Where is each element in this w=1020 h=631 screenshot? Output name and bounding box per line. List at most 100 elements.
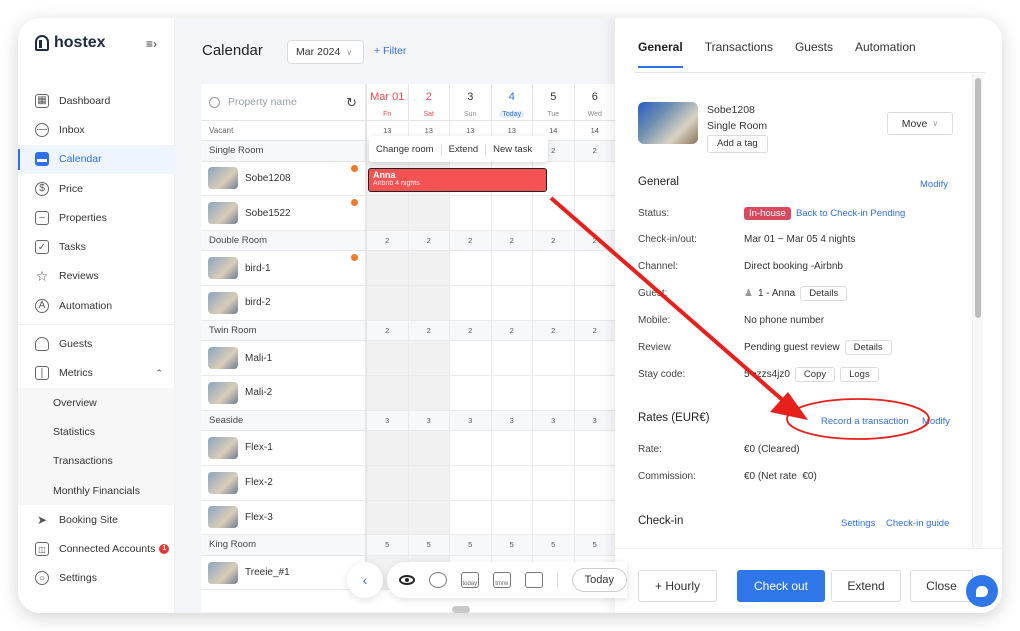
date-cell[interactable] bbox=[408, 341, 450, 375]
date-cell[interactable] bbox=[408, 465, 450, 500]
copy-button[interactable]: Copy bbox=[794, 367, 836, 382]
date-cell[interactable] bbox=[492, 465, 533, 500]
date-cell[interactable] bbox=[408, 500, 450, 535]
date-cell[interactable] bbox=[450, 465, 492, 500]
date-cell[interactable] bbox=[450, 196, 492, 230]
sidebar-item-price[interactable]: $ Price bbox=[18, 174, 175, 203]
property-row[interactable]: Treeie_#1 bbox=[201, 556, 365, 591]
checkin-guide-link[interactable]: Check-in guide bbox=[886, 518, 949, 529]
date-cell[interactable] bbox=[492, 286, 533, 320]
sidebar-subitem-overview[interactable]: Overview bbox=[18, 388, 175, 417]
back-button[interactable]: ‹ bbox=[347, 562, 383, 598]
guest-details-button[interactable]: Details bbox=[800, 286, 848, 301]
sidebar-subitem-monthly-financials[interactable]: Monthly Financials bbox=[18, 476, 175, 505]
date-cell[interactable] bbox=[492, 196, 533, 230]
date-cell[interactable] bbox=[492, 500, 533, 535]
extend-stay-button[interactable]: Extend bbox=[831, 570, 901, 602]
tab-automation[interactable]: Automation bbox=[855, 40, 916, 68]
sidebar-item-inbox[interactable]: — Inbox bbox=[18, 115, 175, 144]
sidebar-item-tasks[interactable]: ✓ Tasks bbox=[18, 232, 175, 261]
today-icon[interactable]: today bbox=[460, 572, 479, 588]
date-cell[interactable] bbox=[492, 375, 533, 410]
general-modify-link[interactable]: Modify bbox=[920, 179, 948, 190]
payment-icon[interactable] bbox=[428, 572, 447, 588]
new-task-button[interactable]: New task bbox=[486, 144, 539, 155]
sidebar-item-metrics[interactable]: ∣ Metrics ⌃ bbox=[18, 359, 175, 388]
drawer-scrollbar[interactable] bbox=[972, 74, 983, 548]
date-cell[interactable] bbox=[408, 431, 450, 465]
property-row[interactable]: Mali-2 bbox=[201, 376, 365, 411]
date-cell[interactable] bbox=[450, 375, 492, 410]
tomorrow-icon[interactable]: tmrw bbox=[492, 572, 511, 588]
logs-button[interactable]: Logs bbox=[840, 367, 879, 382]
checkin-settings-link[interactable]: Settings bbox=[841, 518, 875, 529]
date-cell[interactable] bbox=[492, 341, 533, 375]
date-cell[interactable] bbox=[575, 196, 616, 230]
horizontal-scrollbar[interactable] bbox=[452, 606, 470, 613]
tab-guests[interactable]: Guests bbox=[795, 40, 833, 68]
filter-button[interactable]: + Filter bbox=[374, 45, 406, 57]
date-cell[interactable] bbox=[367, 196, 409, 230]
property-row[interactable]: Sobe1208 bbox=[201, 162, 365, 197]
date-cell[interactable] bbox=[408, 196, 450, 230]
sidebar-item-connected-accounts[interactable]: ◫ Connected Accounts 1 bbox=[18, 534, 175, 563]
date-cell[interactable] bbox=[367, 251, 409, 286]
sidebar-item-reviews[interactable]: ☆ Reviews bbox=[18, 262, 175, 291]
date-cell[interactable] bbox=[533, 251, 575, 286]
change-room-button[interactable]: Change room bbox=[369, 143, 442, 155]
date-cell[interactable] bbox=[367, 341, 409, 375]
logo[interactable]: hostex bbox=[35, 34, 106, 52]
archive-icon[interactable] bbox=[524, 572, 543, 588]
date-cell[interactable] bbox=[367, 431, 409, 465]
date-cell[interactable] bbox=[533, 286, 575, 320]
move-button[interactable]: Move ∨ bbox=[887, 112, 953, 135]
sidebar-item-automation[interactable]: A Automation bbox=[18, 291, 175, 320]
date-cell[interactable] bbox=[533, 500, 575, 535]
checkout-button[interactable]: Check out bbox=[737, 570, 825, 602]
property-row[interactable]: Sobe1522 bbox=[201, 196, 365, 231]
scrollbar-thumb[interactable] bbox=[975, 78, 981, 318]
sidebar-item-settings[interactable]: ○ Settings bbox=[18, 564, 175, 593]
property-row[interactable]: Mali-1 bbox=[201, 341, 365, 376]
booking-bar[interactable]: Anna Airbnb 4 nights bbox=[368, 168, 547, 192]
date-cell[interactable] bbox=[408, 286, 450, 320]
date-cell[interactable] bbox=[367, 465, 409, 500]
date-cell[interactable] bbox=[492, 431, 533, 465]
date-cell[interactable] bbox=[408, 375, 450, 410]
date-cell[interactable] bbox=[408, 251, 450, 286]
month-select[interactable]: Mar 2024 ∨ bbox=[287, 40, 364, 64]
property-row[interactable]: bird-2 bbox=[201, 286, 365, 321]
chat-support-icon[interactable] bbox=[966, 575, 998, 607]
close-button[interactable]: Close bbox=[910, 570, 973, 602]
collapse-sidebar-icon[interactable]: ≡› bbox=[146, 37, 157, 51]
date-cell[interactable] bbox=[533, 341, 575, 375]
record-transaction-link[interactable]: Record a transaction bbox=[821, 416, 909, 427]
add-tag-button[interactable]: Add a tag bbox=[707, 135, 768, 153]
sidebar-subitem-transactions[interactable]: Transactions bbox=[18, 447, 175, 476]
sidebar-item-booking-site[interactable]: ➤ Booking Site bbox=[18, 505, 175, 534]
date-cell[interactable] bbox=[575, 251, 616, 286]
tab-transactions[interactable]: Transactions bbox=[705, 40, 773, 68]
property-search[interactable]: Property name ↻ bbox=[201, 84, 365, 121]
date-cell[interactable] bbox=[450, 286, 492, 320]
date-cell[interactable] bbox=[450, 431, 492, 465]
date-cell[interactable] bbox=[367, 286, 409, 320]
date-cell[interactable] bbox=[533, 196, 575, 230]
today-button[interactable]: Today bbox=[571, 568, 627, 592]
date-cell[interactable] bbox=[492, 251, 533, 286]
date-cell[interactable] bbox=[450, 251, 492, 286]
review-details-button[interactable]: Details bbox=[844, 340, 892, 355]
sidebar-item-properties[interactable]: – Properties bbox=[18, 203, 175, 232]
rates-modify-link[interactable]: Modify bbox=[922, 416, 950, 427]
sidebar-subitem-statistics[interactable]: Statistics bbox=[18, 417, 175, 446]
date-cell[interactable] bbox=[575, 286, 616, 320]
date-cell[interactable] bbox=[450, 341, 492, 375]
property-row[interactable]: Flex-3 bbox=[201, 501, 365, 536]
tab-general[interactable]: General bbox=[638, 40, 683, 68]
sidebar-item-dashboard[interactable]: ▦ Dashboard bbox=[18, 86, 175, 115]
date-cell[interactable] bbox=[533, 375, 575, 410]
date-cell[interactable] bbox=[575, 431, 616, 465]
hourly-button[interactable]: + Hourly bbox=[638, 570, 717, 602]
date-cell[interactable] bbox=[367, 375, 409, 410]
back-to-pending-link[interactable]: Back to Check-in Pending bbox=[796, 208, 905, 219]
